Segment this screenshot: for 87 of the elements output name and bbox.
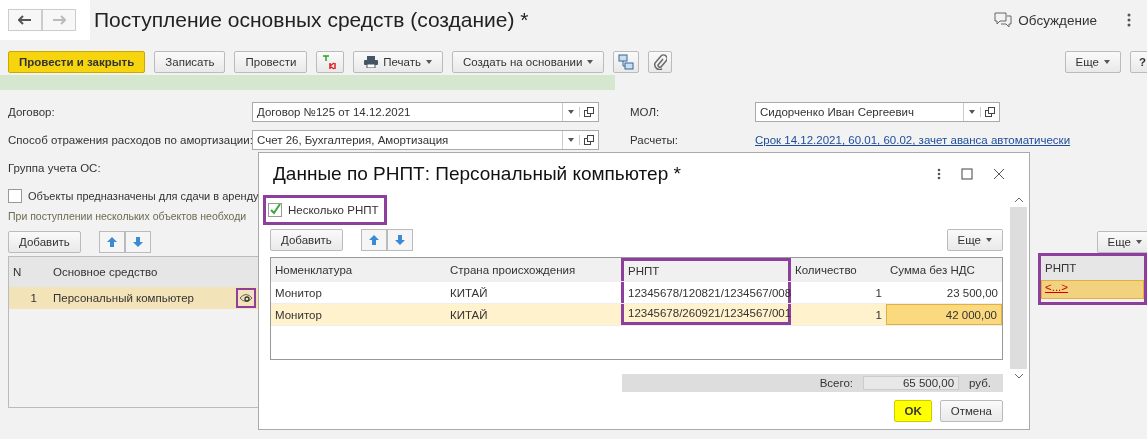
structure-button[interactable]: [613, 51, 640, 73]
printer-icon: [364, 56, 379, 68]
caret-icon: [1103, 60, 1110, 64]
paperclip-icon: [653, 54, 668, 70]
scroll-down-icon[interactable]: [1013, 373, 1024, 379]
chat-icon: [994, 12, 1013, 28]
discussion-button[interactable]: Обсуждение: [994, 12, 1097, 28]
table-cell-text: 23 500,00: [945, 285, 999, 301]
caret-icon: [986, 238, 992, 242]
add-button[interactable]: Добавить: [8, 231, 81, 253]
field-label: Способ отражения расходов по амортизации:: [8, 134, 252, 146]
currency-label: руб.: [969, 377, 991, 389]
column-header: N: [12, 266, 23, 278]
total-label: Всего:: [819, 377, 854, 389]
field-label: Договор:: [8, 106, 56, 118]
table-cell-text: 1: [874, 285, 883, 301]
open-icon: [584, 135, 594, 145]
more-icon[interactable]: [1127, 13, 1131, 27]
field-label: МОЛ:: [630, 106, 661, 118]
help-button[interactable]: ?: [1129, 51, 1147, 73]
move-down-button[interactable]: [124, 231, 151, 253]
table-cell-text: Персональный компьютер: [52, 292, 195, 304]
window-title: Поступление основных средств (создание) *: [94, 8, 529, 32]
total-field: 65 500,00: [863, 376, 960, 390]
table-cell: 42 000,00: [886, 304, 1002, 325]
table-cell-text: Монитор: [274, 285, 323, 301]
check-icon: [269, 204, 281, 216]
menu-button[interactable]: Печать: [353, 51, 444, 73]
toolbar-button[interactable]: Записать: [154, 51, 226, 73]
close-icon[interactable]: [993, 168, 1005, 180]
table-cell-text: Монитор: [274, 307, 323, 323]
settlements-link[interactable]: Срок 14.12.2021, 60.01, 60.02, зачет аванса автоматически: [755, 134, 1071, 146]
field-label: Группа учета ОС:: [8, 162, 102, 174]
attach-button[interactable]: [648, 51, 673, 73]
back-arrow-icon: [18, 15, 32, 25]
select-field[interactable]: Сидорченко Иван Сергеевич: [755, 102, 1000, 122]
dialog-title: Данные по РНПТ: Персональный компьютер *: [273, 163, 681, 185]
table-cell-text: 1: [29, 292, 38, 304]
column-header: РНПТ: [621, 258, 791, 281]
menu-button[interactable]: Создать на основании: [452, 51, 605, 73]
select-field[interactable]: Договор №125 от 14.12.2021: [252, 102, 599, 122]
caret-icon: [587, 60, 594, 64]
move-down-button[interactable]: [386, 229, 413, 251]
table-cell-text: КИТАЙ: [449, 307, 489, 323]
eye-icon[interactable]: [236, 288, 256, 308]
table-cell-text: КИТАЙ: [449, 285, 489, 301]
open-icon: [985, 107, 995, 117]
add-button[interactable]: Добавить: [270, 229, 343, 251]
up-arrow-icon: [105, 236, 118, 248]
open-icon: [584, 107, 594, 117]
column-header: РНПТ: [1041, 256, 1144, 280]
up-arrow-icon: [367, 234, 380, 246]
structure-icon: [618, 54, 635, 70]
column-header: Сумма без НДС: [889, 262, 976, 278]
caret-icon: [568, 138, 574, 142]
forward-arrow-icon: [52, 15, 66, 25]
more-button[interactable]: Еще: [1064, 51, 1121, 73]
more-icon[interactable]: [937, 168, 941, 180]
toolbar-button[interactable]: Провести: [234, 51, 308, 73]
caret-icon: [969, 110, 975, 114]
select-field[interactable]: Счет 26, Бухгалтерия, Амортизация: [252, 130, 599, 150]
caret-icon: [568, 110, 574, 114]
column-header: Номенклатура: [274, 262, 354, 278]
cancel-button[interactable]: Отмена: [939, 400, 1003, 422]
column-header: Основное средство: [52, 266, 159, 278]
move-up-button[interactable]: [360, 229, 387, 251]
back-button[interactable]: [8, 9, 42, 31]
caret-icon: [1136, 240, 1142, 244]
ok-button[interactable]: OK: [894, 400, 932, 422]
rnpt-link[interactable]: <...>: [1045, 281, 1069, 293]
table-cell-text: 1: [874, 307, 883, 323]
maximize-icon[interactable]: [961, 168, 973, 180]
lease-checkbox[interactable]: [8, 189, 22, 203]
debit-credit-button[interactable]: [316, 51, 345, 73]
scroll-up-icon[interactable]: [1013, 197, 1024, 203]
caret-icon: [426, 60, 433, 64]
down-arrow-icon: [131, 236, 144, 248]
more-button[interactable]: Еще: [946, 229, 1003, 251]
column-header: Страна происхождения: [449, 262, 577, 278]
field-label: Расчеты:: [630, 134, 680, 146]
more-button[interactable]: Еще: [1096, 231, 1147, 253]
column-header: Количество: [794, 262, 858, 278]
post-close-button[interactable]: Провести и закрыть: [8, 51, 146, 73]
multiple-rnpt-checkbox[interactable]: Несколько РНПТ: [263, 195, 388, 225]
move-up-button[interactable]: [98, 231, 125, 253]
down-arrow-icon: [393, 234, 406, 246]
checkbox-label: Объекты предназначены для сдачи в аренду: [28, 190, 259, 202]
